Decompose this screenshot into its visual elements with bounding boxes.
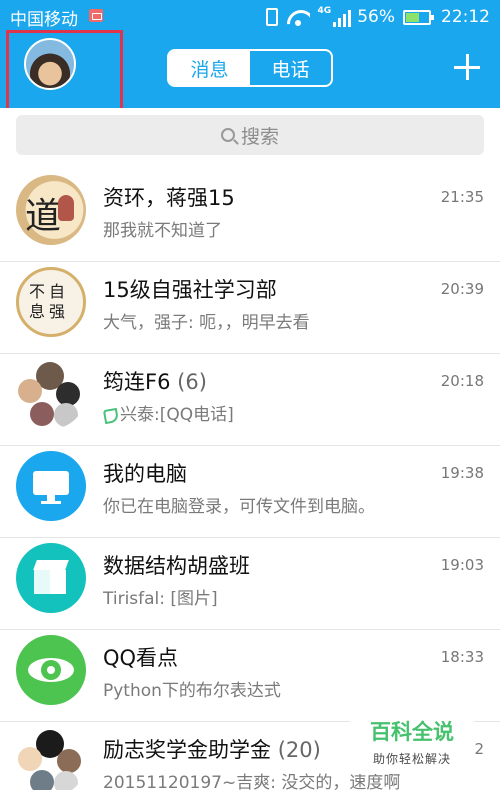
calligraphy-dao-avatar: 道	[16, 175, 86, 245]
eye-avatar	[16, 635, 86, 705]
chat-row[interactable]: 不自 息强 15级自强社学习部 大气，强子: 呃，，明早去看 20:39	[0, 262, 500, 354]
network-type-label: 4G	[317, 6, 332, 16]
chat-row[interactable]: 我的电脑 你已在电脑登录，可传文件到电脑。 19:38	[0, 446, 500, 538]
message-notification-icon	[89, 9, 103, 22]
vibrate-icon	[265, 8, 278, 26]
chat-preview: Tirisfal: [图片]	[103, 589, 218, 609]
search-placeholder: 搜索	[240, 125, 279, 148]
chat-name: QQ看点	[103, 646, 179, 670]
chat-name: 数据结构胡盛班	[103, 554, 250, 578]
chat-time: 20:18	[440, 372, 484, 390]
phone-call-icon	[103, 408, 117, 422]
chat-row[interactable]: 道 资环，蒋强15 那我就不知道了 21:35	[0, 170, 500, 262]
chat-preview: 你已在电脑登录，可传文件到电脑。	[103, 497, 375, 517]
watermark-subtitle: 助你轻松解决	[372, 752, 451, 766]
avatar-highlight	[6, 30, 123, 118]
status-indicators: 4G 56% 22:12	[258, 5, 490, 29]
qq-message-screen: 中国移动 4G 56% 22:12 消息 电话 搜索 道 资环，蒋强15 那我就…	[0, 0, 500, 790]
app-header: 中国移动 4G 56% 22:12 消息 电话	[0, 0, 500, 118]
cube-avatar	[16, 543, 86, 613]
chat-time: 19:03	[440, 556, 484, 574]
status-time: 22:12	[441, 7, 490, 27]
watermark: 百科全说 助你轻松解决	[350, 708, 474, 774]
chat-preview: 兴泰:[QQ电话]	[103, 400, 483, 425]
chat-time: 19:38	[440, 464, 484, 482]
calligraphy-ziqiang-avatar: 不自 息强	[16, 267, 86, 337]
signal-icon	[333, 7, 352, 27]
carrier-label: 中国移动	[10, 10, 78, 30]
chat-row[interactable]: 数据结构胡盛班 Tirisfal: [图片] 19:03	[0, 538, 500, 630]
chat-preview: 大气，强子: 呃，，明早去看	[103, 313, 310, 333]
tab-calls[interactable]: 电话	[250, 51, 331, 85]
user-avatar[interactable]	[24, 38, 76, 90]
chat-name: 15级自强社学习部	[103, 278, 277, 302]
plus-icon[interactable]	[454, 54, 480, 80]
chat-name: 资环，蒋强15	[103, 186, 235, 210]
chat-name: 励志奖学金助学金 (20)	[103, 738, 321, 762]
chat-time: 18:33	[440, 648, 484, 666]
group-avatar	[16, 727, 86, 790]
group-avatar	[16, 359, 86, 429]
search-icon	[220, 128, 235, 142]
computer-avatar	[16, 451, 86, 521]
chat-time: 20:39	[440, 280, 484, 298]
tab-messages[interactable]: 消息	[169, 51, 250, 85]
chat-preview: Python下的布尔表达式	[103, 681, 281, 701]
chat-time: 2	[474, 740, 484, 758]
chat-list: 道 资环，蒋强15 那我就不知道了 21:35 不自 息强 15级自强社学习部 大…	[0, 170, 500, 790]
search-area: 搜索	[0, 108, 500, 170]
battery-percentage: 56%	[357, 7, 395, 27]
chat-row[interactable]: 筠连F6 (6) 兴泰:[QQ电话] 20:18	[0, 354, 500, 446]
chat-preview: 那我就不知道了	[103, 221, 222, 241]
search-input[interactable]: 搜索	[16, 115, 484, 155]
battery-icon	[403, 9, 434, 25]
message-call-switch: 消息 电话	[167, 49, 333, 87]
chat-name: 我的电脑	[103, 462, 187, 486]
watermark-title: 百科全说	[370, 720, 454, 744]
title-bar: 消息 电话	[0, 30, 500, 118]
chat-name: 筠连F6 (6)	[103, 370, 207, 394]
chat-time: 21:35	[440, 188, 484, 206]
wifi-icon	[286, 7, 310, 27]
